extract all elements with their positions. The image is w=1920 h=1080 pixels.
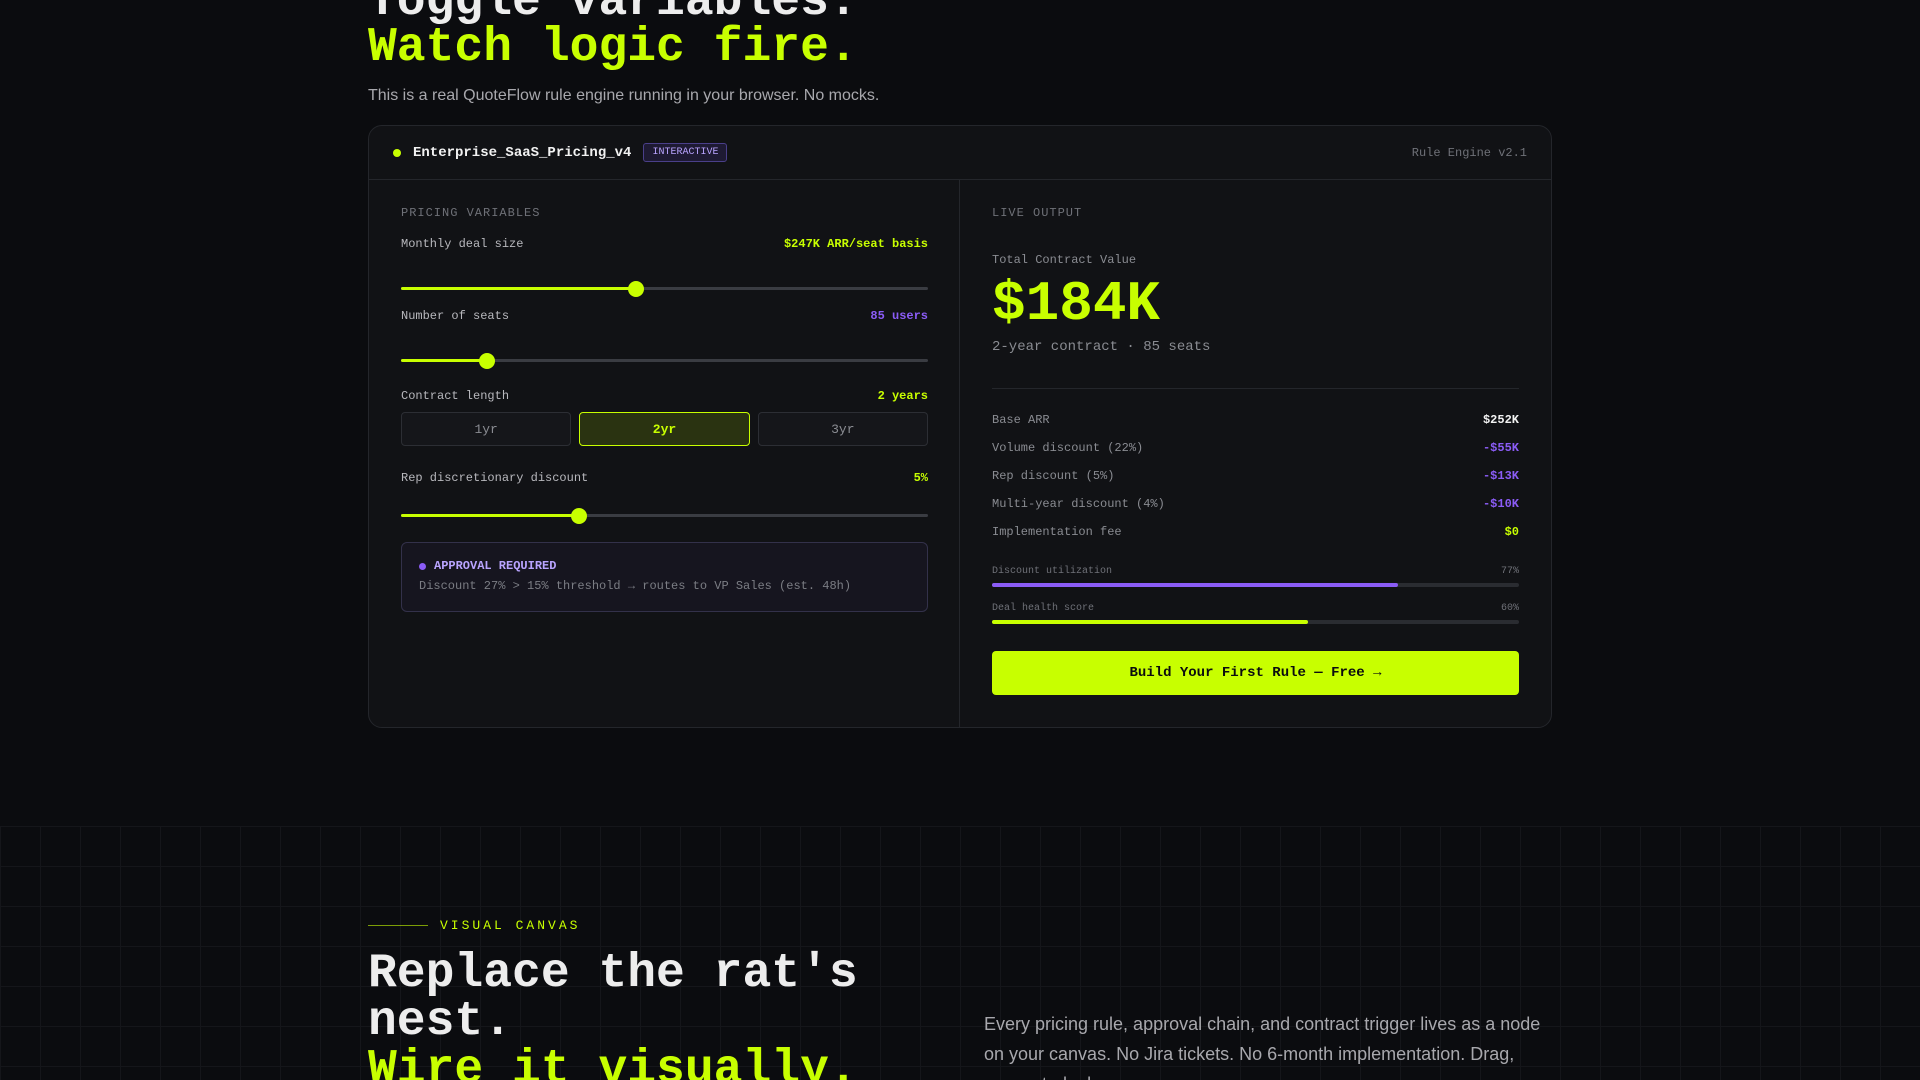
deal-health-meter: Deal health score 60%: [992, 603, 1519, 627]
meter-value: 77%: [1500, 566, 1519, 577]
deal-size-row: Monthly deal size $247K ARR/seat basis: [401, 237, 928, 251]
contract-length-selector: 1yr 2yr 3yr: [401, 412, 928, 446]
contract-option-2yr[interactable]: 2yr: [579, 412, 750, 446]
deal-size-label: Monthly deal size: [401, 237, 524, 251]
approval-title-row: APPROVAL REQUIRED: [419, 559, 910, 573]
slider-thumb[interactable]: [571, 508, 588, 524]
slider-thumb[interactable]: [478, 353, 495, 369]
rule-engine-demo-card: Enterprise_SaaS_Pricing_v4 INTERACTIVE R…: [368, 125, 1552, 728]
deal-size-slider[interactable]: [401, 281, 928, 297]
meter-label: Discount utilization: [992, 566, 1113, 577]
meter-label: Deal health score: [992, 603, 1095, 614]
meter-fill: [992, 620, 1309, 624]
engine-version: Rule Engine v2.1: [1411, 145, 1527, 160]
build-first-rule-button[interactable]: Build Your First Rule — Free →: [992, 651, 1519, 695]
line-item-value: -$13K: [1482, 469, 1519, 483]
line-item-value: -$55K: [1482, 441, 1519, 455]
pricing-variables-pane: PRICING VARIABLES Monthly deal size $247…: [369, 180, 960, 727]
card-header: Enterprise_SaaS_Pricing_v4 INTERACTIVE R…: [369, 126, 1551, 180]
seats-row: Number of seats 85 users: [401, 309, 928, 323]
approval-dot-icon: [419, 562, 426, 570]
line-item-label: Volume discount (22%): [992, 441, 1144, 455]
line-item-label: Base ARR: [992, 413, 1050, 427]
heading-line2: Wire it visually.: [368, 1043, 858, 1080]
line-item-rep-discount: Rep discount (5%) -$13K: [992, 469, 1519, 483]
line-item-base-arr: Base ARR $252K: [992, 413, 1519, 427]
approval-required-alert: APPROVAL REQUIRED Discount 27% > 15% thr…: [401, 542, 928, 612]
meter-value: 60%: [1500, 603, 1519, 614]
seats-label: Number of seats: [401, 309, 510, 323]
meter-track: [992, 620, 1519, 624]
visual-canvas-paragraph: Every pricing rule, approval chain, and …: [984, 1014, 1541, 1080]
rep-discount-row: Rep discretionary discount 5%: [401, 471, 928, 485]
contract-option-3yr[interactable]: 3yr: [757, 412, 928, 446]
live-output-label: LIVE OUTPUT: [992, 206, 1083, 220]
interactive-badge: INTERACTIVE: [643, 143, 728, 162]
line-item-implementation-fee: Implementation fee $0: [992, 525, 1519, 539]
slider-thumb[interactable]: [628, 281, 645, 297]
contract-length-row: Contract length 2 years: [401, 389, 928, 403]
rep-discount-label: Rep discretionary discount: [401, 471, 589, 485]
visual-canvas-eyebrow: VISUAL CANVAS: [368, 918, 580, 933]
line-item-value: $0: [1504, 525, 1519, 539]
seats-slider[interactable]: [401, 353, 928, 369]
heading-line1: Replace the rat's nest.: [368, 947, 858, 1049]
line-item-value: $252K: [1482, 413, 1519, 427]
contract-option-1yr[interactable]: 1yr: [401, 412, 572, 446]
hero-subtitle: This is a real QuoteFlow rule engine run…: [368, 87, 880, 104]
contract-length-value: 2 years: [877, 389, 928, 403]
line-item-label: Multi-year discount (4%): [992, 497, 1165, 511]
meter-track: [992, 583, 1519, 587]
total-contract-value: $184K: [992, 272, 1161, 336]
rep-discount-slider[interactable]: [401, 508, 928, 524]
approval-text: Discount 27% > 15% threshold → routes to…: [419, 579, 852, 593]
meter-fill: [992, 583, 1398, 587]
seats-value: 85 users: [870, 309, 928, 323]
approval-title: APPROVAL REQUIRED: [434, 559, 557, 573]
line-item-label: Implementation fee: [992, 525, 1122, 539]
visual-canvas-heading: Replace the rat's nest. Wire it visually…: [368, 950, 928, 1080]
live-output-pane: LIVE OUTPUT Total Contract Value $184K 2…: [960, 180, 1551, 727]
discount-utilization-meter: Discount utilization 77%: [992, 566, 1519, 590]
eyebrow-text: VISUAL CANVAS: [440, 918, 581, 933]
total-contract-value-label: Total Contract Value: [992, 253, 1137, 267]
slider-fill: [401, 514, 580, 517]
contract-length-label: Contract length: [401, 389, 510, 403]
deal-size-value: $247K ARR/seat basis: [783, 237, 928, 251]
line-item-volume-discount: Volume discount (22%) -$55K: [992, 441, 1519, 455]
live-status-dot-icon: [393, 148, 401, 157]
slider-fill: [401, 287, 637, 290]
contract-summary: 2-year contract · 85 seats: [992, 339, 1211, 355]
line-item-multi-year-discount: Multi-year discount (4%) -$10K: [992, 497, 1519, 511]
line-item-label: Rep discount (5%): [992, 469, 1115, 483]
slider-fill: [401, 359, 487, 362]
ruleset-name: Enterprise_SaaS_Pricing_v4: [413, 144, 632, 161]
divider: [992, 388, 1519, 389]
eyebrow-line: [368, 925, 428, 926]
rep-discount-value: 5%: [913, 471, 928, 485]
visual-canvas-section-background: [0, 826, 1920, 1080]
hero-heading-line2: Watch logic fire.: [368, 21, 858, 75]
line-item-value: -$10K: [1482, 497, 1519, 511]
pricing-variables-label: PRICING VARIABLES: [401, 206, 541, 220]
